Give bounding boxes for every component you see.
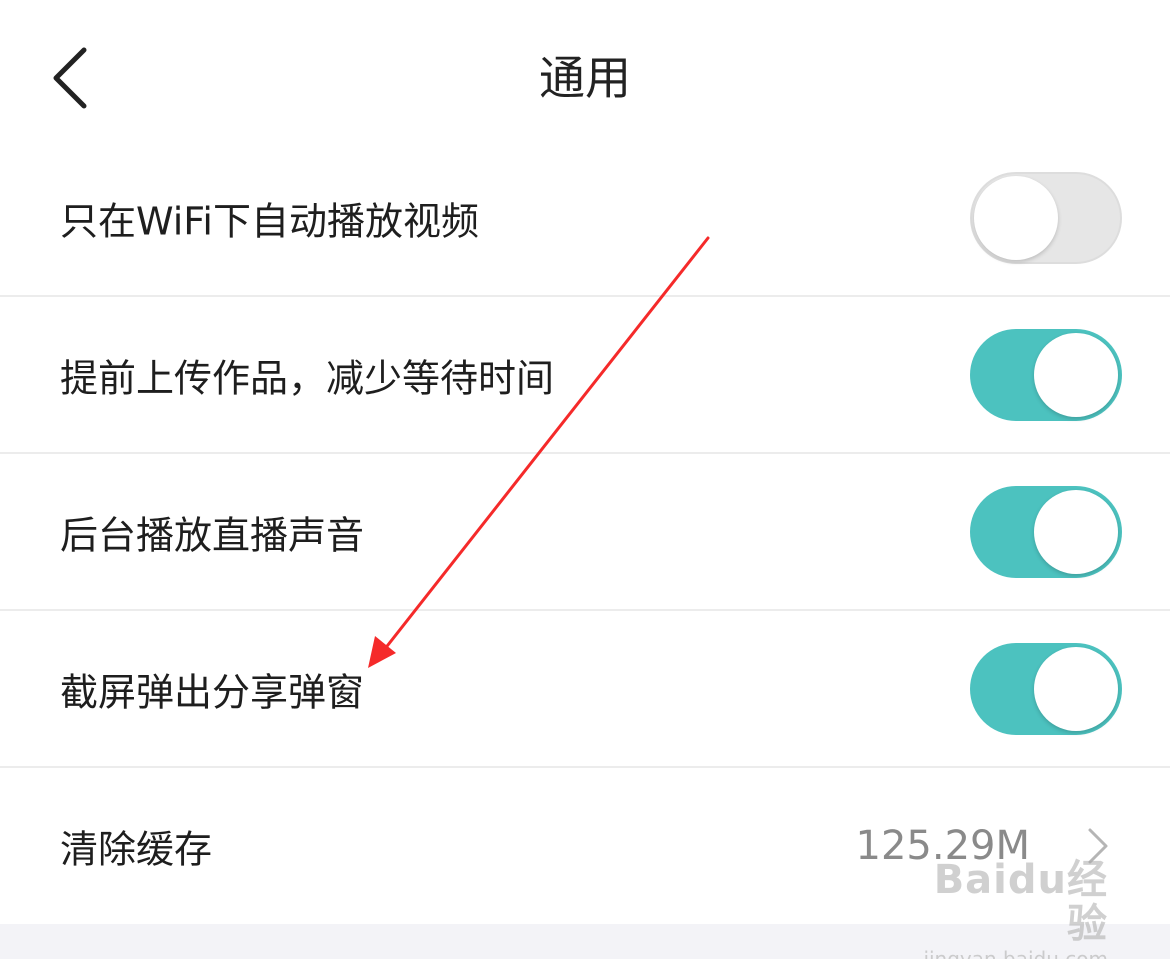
setting-row-clear-cache[interactable]: 清除缓存 125.29M (0, 768, 1170, 924)
toggle-knob (1034, 332, 1118, 417)
toggle-knob (974, 175, 1058, 260)
cache-size-value: 125.29M (855, 823, 1030, 869)
pre-upload-toggle[interactable] (970, 328, 1122, 421)
setting-row-wifi-autoplay: 只在WiFi下自动播放视频 (0, 140, 1170, 297)
setting-label: 只在WiFi下自动播放视频 (60, 199, 479, 243)
setting-row-pre-upload: 提前上传作品，减少等待时间 (0, 297, 1170, 454)
toggle-knob (1034, 646, 1118, 731)
nav-header: 通用 (0, 0, 1170, 140)
setting-row-screenshot-share: 截屏弹出分享弹窗 (0, 611, 1170, 768)
background-live-audio-toggle[interactable] (970, 485, 1122, 578)
setting-label: 清除缓存 (60, 827, 213, 872)
setting-label: 提前上传作品，减少等待时间 (60, 356, 555, 400)
setting-label: 后台播放直播声音 (60, 513, 365, 557)
wifi-autoplay-toggle[interactable] (970, 171, 1122, 264)
watermark-url: jingyan.baidu.com (923, 947, 1108, 959)
settings-page: 通用 只在WiFi下自动播放视频 提前上传作品，减少等待时间 后台播放直播声音 … (0, 0, 1170, 959)
toggle-knob (1034, 489, 1118, 574)
chevron-right-icon (1088, 828, 1108, 864)
setting-row-background-live-audio: 后台播放直播声音 (0, 454, 1170, 611)
settings-list: 只在WiFi下自动播放视频 提前上传作品，减少等待时间 后台播放直播声音 截屏弹… (0, 140, 1170, 924)
screenshot-share-toggle[interactable] (970, 642, 1122, 735)
page-title: 通用 (539, 51, 631, 105)
setting-label: 截屏弹出分享弹窗 (60, 670, 365, 714)
